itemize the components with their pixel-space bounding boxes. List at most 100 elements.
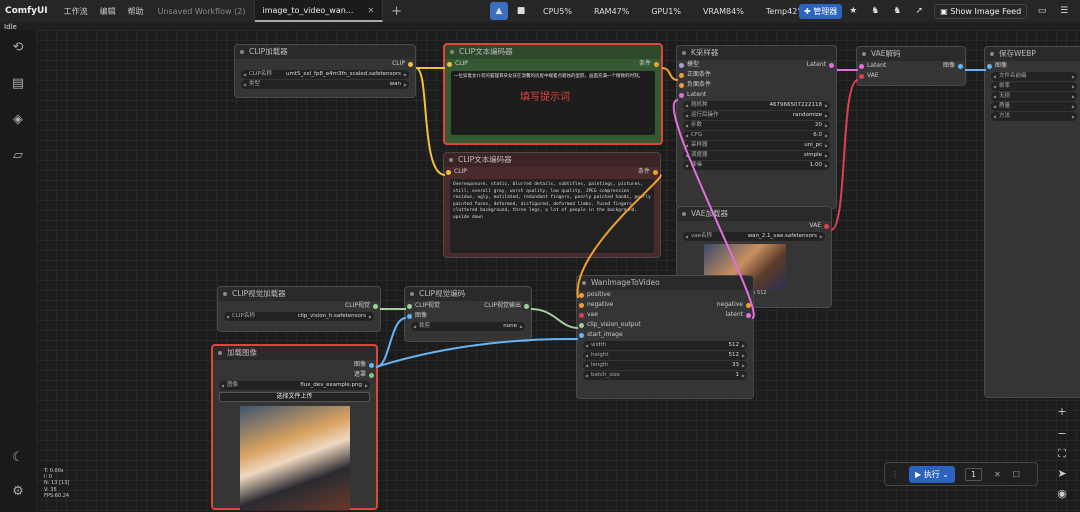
visibility-icon[interactable]: ◉ — [1052, 484, 1072, 504]
show-image-feed-button[interactable]: ▣ Show Image Feed — [934, 3, 1028, 19]
batch-count-input[interactable]: 1 — [964, 467, 983, 481]
scheduler-widget[interactable]: 调度器simple — [683, 151, 830, 160]
model-alt-icon[interactable]: ♞ — [888, 2, 906, 20]
drag-handle-icon[interactable]: ⋮ — [891, 470, 899, 479]
vae-name-widget[interactable]: vae名称wan_2.1_vae.safetensors — [683, 232, 825, 241]
left-sidebar: ⟲ ▤ ◈ ▱ ☾ ⚙ — [0, 30, 36, 512]
cancel-icon[interactable]: ✕ — [994, 470, 1001, 479]
zoom-in-icon[interactable]: + — [1052, 402, 1072, 422]
folder-icon[interactable]: ▱ — [10, 148, 26, 164]
crop-widget[interactable]: 裁剪none — [411, 322, 525, 331]
cpu-stat: CPU5% — [543, 6, 572, 16]
lossless-widget[interactable]: 无损 — [991, 92, 1077, 101]
clip-output-port[interactable] — [408, 62, 413, 67]
mask-output-port[interactable] — [369, 373, 374, 378]
top-bar: ComfyUI 工作流 编辑 帮助 Unsaved Workflow (2) i… — [0, 0, 1080, 22]
queue-list-icon[interactable]: ▤ — [10, 76, 26, 92]
denoise-widget[interactable]: 降噪1.00 — [683, 161, 830, 170]
manager-button[interactable]: ✚ 管理器 — [799, 3, 843, 19]
menu-help[interactable]: 帮助 — [122, 6, 150, 17]
clip-input-port[interactable] — [447, 62, 452, 67]
clip-vision-name-widget[interactable]: CLIP名称clip_vision_h.safetensors — [224, 312, 374, 321]
menu-edit[interactable]: 编辑 — [94, 6, 122, 17]
gpu-stat: GPU1% — [651, 6, 681, 16]
annotation-prompt-label: 填写提示词 — [520, 91, 570, 103]
zoom-out-icon[interactable]: − — [1052, 424, 1072, 444]
image-output-port[interactable] — [369, 363, 374, 368]
moon-icon[interactable]: ☾ — [10, 450, 26, 466]
upload-file-button[interactable]: 选择文件上传 — [219, 392, 370, 402]
vram-stat: VRAM84% — [702, 6, 744, 16]
menu-workflow[interactable]: 工作流 — [58, 6, 94, 17]
node-save-webp[interactable]: 保存WEBP 图像 文件名前缀 帧率 无损 质量 方法 — [984, 46, 1080, 398]
width-widget[interactable]: width512 — [583, 341, 747, 350]
tab-image-to-video[interactable]: image_to_video_wan... ✕ — [254, 0, 384, 22]
node-clip-vision-loader[interactable]: CLIP视觉加载器 CLIP视觉 CLIP名称clip_vision_h.saf… — [217, 286, 381, 332]
clip-input-port[interactable] — [446, 170, 451, 175]
image-output-port[interactable] — [958, 64, 963, 69]
bookmark-icon[interactable]: ■ — [512, 2, 530, 20]
app-logo[interactable]: ComfyUI — [0, 6, 58, 16]
positive-prompt-textarea[interactable]: 一位穿着女仆装的狐狸耳朵女孩在温馨的房屋中端着点蜡烛的蛋糕，画面充满一个精致的时… — [451, 71, 655, 135]
cfg-widget[interactable]: CFG6.0 — [683, 131, 830, 140]
cond-output-port[interactable] — [653, 170, 658, 175]
vae-output-port[interactable] — [824, 224, 829, 229]
node-title: 加载图像 — [213, 346, 376, 360]
clear-queue-icon[interactable]: ☐ — [1013, 470, 1020, 479]
star-icon[interactable]: ★ — [844, 2, 862, 20]
node-title: VAE加载器 — [677, 207, 831, 221]
quality-widget[interactable]: 质量 — [991, 102, 1077, 111]
share-icon[interactable]: ➚ — [910, 2, 928, 20]
node-vae-decode[interactable]: VAE解码 Latent 图像 VAE — [856, 46, 966, 86]
fit-view-icon[interactable]: ⛶ — [1052, 444, 1072, 464]
node-title: WanImageToVideo — [577, 276, 753, 290]
node-title: CLIP视觉加载器 — [218, 287, 380, 301]
clip-type-widget[interactable]: 类型wan — [241, 80, 409, 89]
node-title: CLIP加载器 — [235, 45, 415, 59]
method-widget[interactable]: 方法 — [991, 112, 1077, 121]
latent-output-port[interactable] — [829, 63, 834, 68]
history-icon[interactable]: ⟲ — [10, 40, 26, 56]
node-clip-text-negative[interactable]: CLIP文本编码器 CLIP 条件 Overexposure, static, b… — [443, 152, 661, 258]
batch-size-widget[interactable]: batch_size1 — [583, 371, 747, 380]
clip-name-widget[interactable]: CLIP名称umt5_xxl_fp8_e4m3fn_scaled.safeten… — [241, 70, 409, 79]
queue-icon[interactable]: ▲ — [490, 2, 508, 20]
node-title: CLIP文本编码器 — [444, 153, 660, 167]
node-title: K采样器 — [677, 46, 836, 60]
fps-widget[interactable]: 帧率 — [991, 82, 1077, 91]
clip-vision-output-port[interactable] — [373, 304, 378, 309]
node-clip-vision-encode[interactable]: CLIP视觉编码 CLIP视觉CLIP视觉输出 图像 裁剪none — [404, 286, 532, 342]
node-title: VAE解码 — [857, 47, 965, 61]
cond-output-port[interactable] — [654, 62, 659, 67]
node-ksampler[interactable]: K采样器 模型Latent 正面条件 负面条件 Latent 随机种467966… — [676, 45, 837, 209]
debug-stats: T: 0.00s I: 0 N: 13 [13] V: 35 FPS:60.24 — [44, 468, 70, 499]
control-after-widget[interactable]: 运行后操作randomize — [683, 111, 830, 120]
node-title: CLIP视觉编码 — [405, 287, 531, 301]
clip-vision-output-port[interactable] — [524, 304, 529, 309]
node-clip-text-positive[interactable]: CLIP文本编码器 CLIP 条件 一位穿着女仆装的狐狸耳朵女孩在温馨的房屋中端着… — [443, 43, 663, 145]
cube-icon[interactable]: ◈ — [10, 112, 26, 128]
image-select-widget[interactable]: 图像flux_dev_example.png — [219, 381, 370, 390]
negative-prompt-textarea[interactable]: Overexposure, static, blurred details, s… — [450, 179, 654, 253]
model-icon[interactable]: ♞ — [866, 2, 884, 20]
steps-widget[interactable]: 步数20 — [683, 121, 830, 130]
select-tool-icon[interactable]: ➤ — [1052, 464, 1072, 484]
node-wan-image-to-video[interactable]: WanImageToVideo positive negative negativ… — [576, 275, 754, 399]
menu-icon[interactable]: ☰ — [1055, 2, 1073, 20]
settings-gear-icon[interactable]: ⚙ — [10, 484, 26, 500]
panel-icon[interactable]: ▭ — [1033, 2, 1051, 20]
new-tab-button[interactable]: + — [383, 4, 410, 19]
node-load-image[interactable]: 加载图像 图像 遮罩 图像flux_dev_example.png 选择文件上传 — [211, 344, 378, 510]
close-tab-icon[interactable]: ✕ — [367, 6, 374, 15]
ram-stat: RAM47% — [593, 6, 630, 16]
seed-widget[interactable]: 随机种467966507222118 — [683, 101, 830, 110]
sampler-widget[interactable]: 采样器uni_pc — [683, 141, 830, 150]
run-button[interactable]: ▶ 执行 ⌄ — [909, 465, 955, 483]
tab-unsaved-workflow[interactable]: Unsaved Workflow (2) — [150, 0, 255, 22]
length-widget[interactable]: length33 — [583, 361, 747, 370]
height-widget[interactable]: height512 — [583, 351, 747, 360]
node-clip-loader[interactable]: CLIP加载器 CLIP CLIP名称umt5_xxl_fp8_e4m3fn_s… — [234, 44, 416, 98]
node-title: CLIP文本编码器 — [445, 45, 661, 59]
filename-prefix-widget[interactable]: 文件名前缀 — [991, 72, 1077, 81]
node-title: 保存WEBP — [985, 47, 1080, 61]
